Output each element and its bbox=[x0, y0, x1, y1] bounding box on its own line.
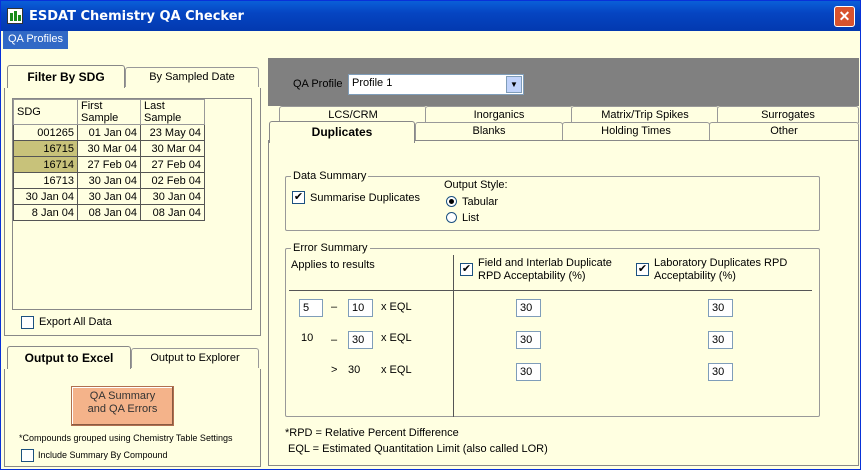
compounds-note: *Compounds grouped using Chemistry Table… bbox=[19, 433, 233, 443]
sdg-table: SDG First Sample Last Sample 001265 01 Ja… bbox=[13, 99, 205, 221]
column-header-last-sample[interactable]: Last Sample bbox=[140, 99, 205, 125]
tab-holding-times[interactable]: Holding Times bbox=[562, 122, 710, 140]
error-summary-legend: Error Summary bbox=[291, 242, 370, 254]
lab-rpd-input-1[interactable] bbox=[708, 299, 733, 317]
tab-duplicates[interactable]: Duplicates bbox=[269, 121, 415, 143]
table-row[interactable]: 16713 30 Jan 04 02 Feb 04 bbox=[13, 172, 205, 189]
range2-xeql: x EQL bbox=[381, 332, 412, 344]
range1-dash: – bbox=[331, 301, 338, 313]
column-header-first-sample[interactable]: First Sample bbox=[77, 99, 141, 125]
column-header-sdg[interactable]: SDG bbox=[13, 99, 78, 125]
qa-summary-button[interactable]: QA Summary and QA Errors bbox=[71, 386, 174, 426]
output-style-label: Output Style: bbox=[444, 179, 508, 191]
include-summary-checkbox[interactable] bbox=[21, 449, 34, 462]
range2-high-input[interactable] bbox=[348, 331, 373, 349]
column-divider bbox=[453, 255, 454, 417]
lab-duplicates-header: Laboratory Duplicates RPD Acceptability … bbox=[654, 257, 788, 282]
header-divider bbox=[289, 290, 812, 291]
export-all-checkbox[interactable] bbox=[21, 316, 34, 329]
tab-output-to-excel[interactable]: Output to Excel bbox=[7, 346, 131, 370]
field-rpd-input-2[interactable] bbox=[516, 331, 541, 349]
tab-matrix-trip-spikes[interactable]: Matrix/Trip Spikes bbox=[571, 106, 719, 123]
tab-blanks[interactable]: Blanks bbox=[415, 122, 563, 140]
applies-to-label: Applies to results bbox=[291, 259, 375, 271]
tabular-label: Tabular bbox=[462, 196, 499, 208]
table-row[interactable]: 8 Jan 04 08 Jan 04 08 Jan 04 bbox=[13, 204, 205, 221]
tab-output-to-explorer[interactable]: Output to Explorer bbox=[131, 348, 259, 368]
range2-dash: – bbox=[331, 334, 338, 346]
summarise-duplicates-checkbox[interactable]: ✔ bbox=[292, 191, 305, 204]
range3-value: 30 bbox=[348, 364, 361, 376]
include-summary-label: Include Summary By Compound bbox=[38, 450, 168, 460]
menu-bar: QA Profiles bbox=[1, 31, 860, 49]
field-rpd-input-3[interactable] bbox=[516, 363, 541, 381]
lab-rpd-input-2[interactable] bbox=[708, 331, 733, 349]
lab-duplicates-checkbox[interactable]: ✔ bbox=[636, 263, 649, 276]
app-icon bbox=[7, 8, 23, 24]
tab-inorganics[interactable]: Inorganics bbox=[425, 106, 573, 123]
tab-other[interactable]: Other bbox=[709, 122, 859, 140]
chevron-down-icon[interactable]: ▼ bbox=[506, 76, 522, 93]
range3-xeql: x EQL bbox=[381, 364, 412, 376]
summarise-duplicates-label: Summarise Duplicates bbox=[310, 192, 421, 204]
range1-low-input[interactable] bbox=[299, 299, 323, 317]
table-row[interactable]: 16714 27 Feb 04 27 Feb 04 bbox=[13, 156, 205, 173]
close-icon[interactable]: ✕ bbox=[834, 6, 855, 27]
range2-low: 10 bbox=[301, 332, 314, 344]
menu-qa-profiles[interactable]: QA Profiles bbox=[3, 31, 69, 49]
profile-dropdown[interactable]: Profile 1 ▼ bbox=[348, 74, 524, 95]
table-row[interactable]: 001265 01 Jan 04 23 May 04 bbox=[13, 124, 205, 141]
title-bar: ESDAT Chemistry QA Checker ✕ bbox=[1, 1, 860, 31]
range3-gt: > bbox=[331, 364, 338, 376]
list-label: List bbox=[462, 212, 480, 224]
data-summary-legend: Data Summary bbox=[291, 170, 369, 182]
tab-surrogates[interactable]: Surrogates bbox=[717, 106, 859, 123]
profile-label: QA Profile bbox=[293, 78, 343, 90]
tab-by-sampled-date[interactable]: By Sampled Date bbox=[125, 67, 259, 87]
table-row[interactable]: 30 Jan 04 30 Jan 04 30 Jan 04 bbox=[13, 188, 205, 205]
range1-high-input[interactable] bbox=[348, 299, 373, 317]
rpd-footnote: *RPD = Relative Percent Difference bbox=[285, 427, 459, 439]
main-window: ESDAT Chemistry QA Checker ✕ QA Profiles… bbox=[0, 0, 861, 470]
tab-filter-by-sdg[interactable]: Filter By SDG bbox=[7, 65, 125, 89]
field-rpd-input-1[interactable] bbox=[516, 299, 541, 317]
lab-rpd-input-3[interactable] bbox=[708, 363, 733, 381]
tabular-radio[interactable] bbox=[446, 196, 457, 207]
table-row[interactable]: 16715 30 Mar 04 30 Mar 04 bbox=[13, 140, 205, 157]
window-title: ESDAT Chemistry QA Checker bbox=[29, 9, 244, 24]
field-interlab-checkbox[interactable]: ✔ bbox=[460, 263, 473, 276]
export-all-label: Export All Data bbox=[39, 316, 112, 328]
field-interlab-header: Field and Interlab Duplicate RPD Accepta… bbox=[478, 257, 612, 282]
range1-xeql: x EQL bbox=[381, 301, 412, 313]
list-radio[interactable] bbox=[446, 212, 457, 223]
eql-footnote: EQL = Estimated Quantitation Limit (also… bbox=[288, 443, 548, 455]
